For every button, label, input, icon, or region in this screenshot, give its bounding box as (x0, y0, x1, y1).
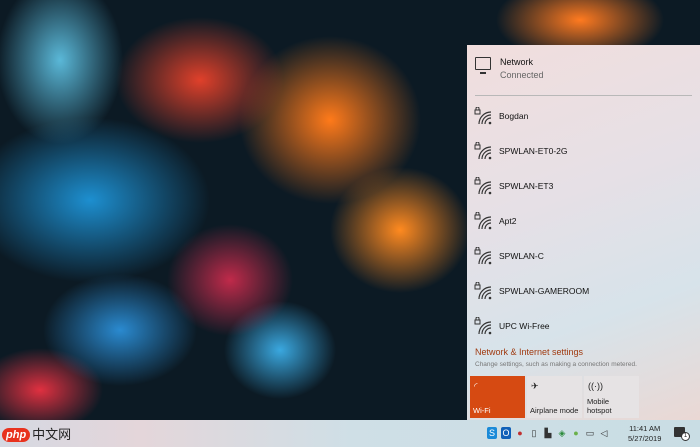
wifi-network-name: UPC Wi-Free (499, 321, 550, 331)
volume-icon[interactable]: ◁ (599, 427, 609, 439)
system-tray: S O ● ▯ ▙ ◈ ● ▭ ◁ (487, 427, 609, 439)
clock[interactable]: 11:41 AM 5/27/2019 (628, 424, 661, 444)
wifi-network-name: Bogdan (499, 111, 529, 121)
chat-icon[interactable]: ● (571, 427, 581, 439)
outlook-icon[interactable]: O (501, 427, 511, 439)
wifi-network-name: Apt2 (499, 216, 517, 226)
hotspot-icon: ((·)) (588, 381, 603, 391)
secured-wifi-icon (474, 212, 492, 230)
notification-count: 1 (681, 432, 690, 441)
taskbar: php 中文网 S O ● ▯ ▙ ◈ ● ▭ ◁ 11:41 AM 5/27/2019 1 (0, 420, 700, 447)
wifi-network-item[interactable]: SPWLAN-ET0-2G (467, 136, 700, 166)
network-title: Network (500, 57, 534, 67)
wifi-network-name: SPWLAN-ET3 (499, 181, 554, 191)
skype-icon[interactable]: S (487, 427, 497, 439)
wifi-network-item[interactable]: SPWLAN-GAMEROOM (467, 276, 700, 306)
wifi-label: Wi-Fi (473, 406, 491, 415)
network-flyout: Network Connected Bogdan SPWLAN-ET0-2G SPW… (467, 45, 700, 420)
mobile-hotspot-toggle[interactable]: ((·)) Mobile hotspot (584, 376, 639, 418)
printer-icon[interactable]: ▙ (543, 427, 553, 439)
wifi-network-item[interactable]: SPWLAN-ET3 (467, 171, 700, 201)
wifi-network-name: SPWLAN-C (499, 251, 544, 261)
date: 5/27/2019 (628, 434, 662, 443)
wifi-network-item[interactable]: Apt2 (467, 206, 700, 236)
wifi-network-item[interactable]: Bogdan (467, 101, 700, 131)
airplane-mode-toggle[interactable]: ✈ Airplane mode (527, 376, 582, 418)
network-icon[interactable]: ▭ (585, 427, 595, 439)
secured-wifi-icon (474, 142, 492, 160)
wifi-network-item[interactable]: SPWLAN-C (467, 241, 700, 271)
wifi-toggle[interactable]: ◜ Wi-Fi (470, 376, 525, 418)
secured-wifi-icon (474, 282, 492, 300)
wifi-icon: ◜ (474, 381, 478, 391)
wifi-network-name: SPWLAN-GAMEROOM (499, 286, 590, 296)
airplane-label: Airplane mode (530, 406, 579, 415)
watermark-logo: php 中文网 (2, 424, 71, 442)
secured-wifi-icon (474, 177, 492, 195)
airplane-icon: ✈ (531, 381, 539, 391)
divider (475, 95, 692, 96)
usb-icon[interactable]: ▯ (529, 427, 539, 439)
secured-wifi-icon (474, 107, 492, 125)
ethernet-monitor-icon (475, 57, 491, 74)
network-settings-link[interactable]: Network & Internet settings (475, 347, 583, 357)
wifi-network-item[interactable]: UPC Wi-Free (467, 311, 700, 341)
shield-icon[interactable]: ◈ (557, 427, 567, 439)
network-connected-item[interactable]: Network Connected (467, 53, 700, 89)
action-center-icon[interactable]: 1 (674, 427, 690, 441)
time: 11:41 AM (629, 424, 661, 433)
secured-wifi-icon (474, 317, 492, 335)
wifi-network-name: SPWLAN-ET0-2G (499, 146, 568, 156)
network-settings-description: Change settings, such as making a connec… (475, 361, 637, 368)
secured-wifi-icon (474, 247, 492, 265)
network-status: Connected (500, 70, 544, 80)
app-icon[interactable]: ● (515, 427, 525, 439)
hotspot-label: Mobile hotspot (587, 397, 612, 415)
